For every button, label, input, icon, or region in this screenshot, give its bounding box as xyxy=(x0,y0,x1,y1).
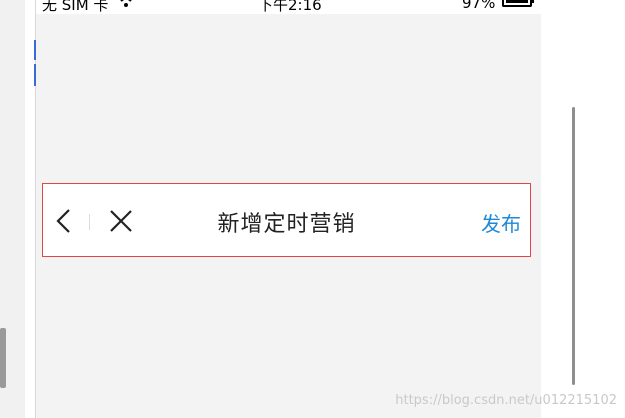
panel-drag-handle[interactable] xyxy=(0,328,6,388)
wifi-icon xyxy=(120,0,132,7)
clock: 下午2:16 xyxy=(258,0,322,14)
navigation-bar: 新增定时营销 发布 xyxy=(42,183,531,257)
page-title: 新增定时营销 xyxy=(217,212,356,237)
watermark: https://blog.csdn.net/u012215102 xyxy=(395,393,617,408)
carrier-text: 无 SIM 卡 xyxy=(42,0,109,14)
publish-button[interactable]: 发布 xyxy=(481,208,521,237)
carrier-label: 无 SIM 卡 xyxy=(42,0,135,15)
battery-tip xyxy=(532,0,534,3)
host-left-gutter xyxy=(0,0,25,418)
status-bar: 无 SIM 卡 下午2:16 97% xyxy=(36,0,541,14)
scrollbar[interactable] xyxy=(572,107,575,385)
battery-icon xyxy=(502,0,532,7)
battery-percent: 97% xyxy=(462,0,496,12)
